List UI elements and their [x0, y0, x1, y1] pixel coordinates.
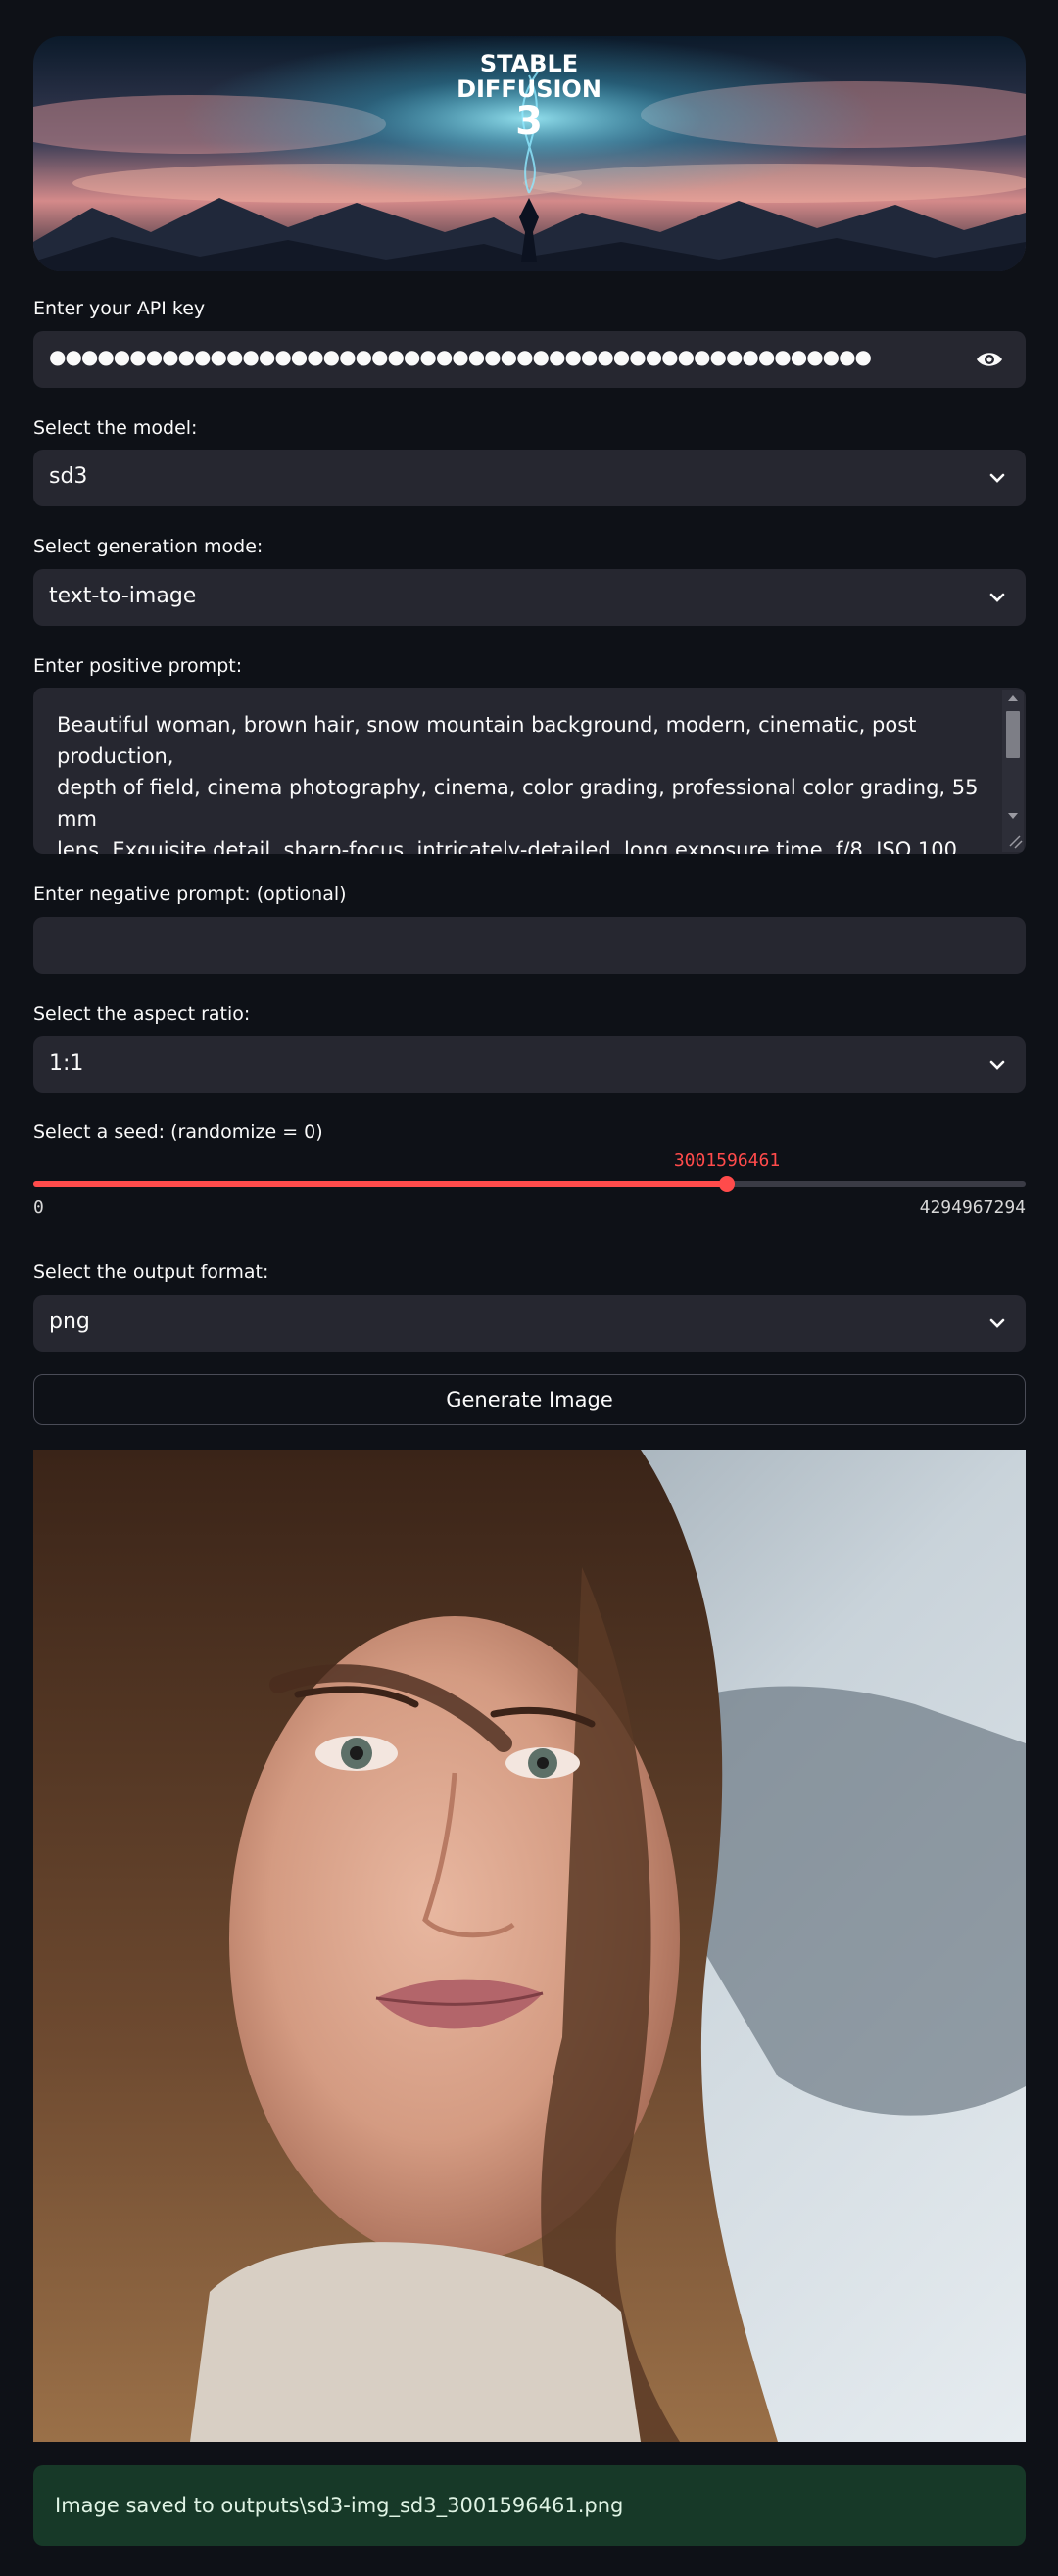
output-format-selected-value: png — [49, 1310, 90, 1334]
model-select[interactable]: sd3 — [33, 450, 1026, 506]
seed-slider[interactable]: 3001596461 0 4294967294 — [33, 1150, 1026, 1218]
generated-image — [33, 1450, 1026, 2442]
chevron-down-icon — [989, 593, 1005, 602]
api-key-masked-value: ●●●●●●●●●●●●●●●●●●●●●●●●●●●●●●●●●●●●●●●●… — [49, 345, 872, 368]
positive-prompt-label: Enter positive prompt: — [33, 655, 243, 677]
aspect-ratio-selected-value: 1:1 — [49, 1051, 84, 1075]
eye-icon[interactable] — [975, 349, 1004, 370]
aspect-ratio-select[interactable]: 1:1 — [33, 1036, 1026, 1093]
mode-label: Select generation mode: — [33, 536, 264, 557]
chevron-down-icon — [989, 473, 1005, 483]
output-format-label: Select the output format: — [33, 1262, 269, 1283]
api-key-label: Enter your API key — [33, 298, 206, 319]
scrollbar-thumb — [1006, 711, 1020, 758]
mode-selected-value: text-to-image — [49, 584, 197, 608]
slider-max-label: 4294967294 — [919, 1197, 1026, 1217]
slider-thumb[interactable] — [719, 1176, 735, 1192]
positive-prompt-text: Beautiful woman, brown hair, snow mounta… — [57, 713, 979, 854]
slider-min-label: 0 — [33, 1197, 44, 1217]
slider-fill — [33, 1181, 727, 1187]
model-selected-value: sd3 — [49, 464, 88, 489]
success-message: Image saved to outputs\sd3-img_sd3_30015… — [55, 2494, 624, 2517]
model-label: Select the model: — [33, 417, 198, 439]
chevron-down-icon — [989, 1318, 1005, 1328]
generate-image-button[interactable]: Generate Image — [33, 1374, 1026, 1425]
seed-current-value: 3001596461 — [673, 1150, 781, 1170]
logo-line-3: 3 — [515, 99, 543, 144]
banner-image: STABLE DIFFUSION 3 — [33, 36, 1026, 271]
textarea-scrollbar[interactable] — [1002, 690, 1024, 852]
success-alert: Image saved to outputs\sd3-img_sd3_30015… — [33, 2465, 1026, 2546]
generated-portrait — [33, 1450, 1026, 2442]
aspect-ratio-label: Select the aspect ratio: — [33, 1003, 251, 1025]
output-format-select[interactable]: png — [33, 1295, 1026, 1352]
positive-prompt-textarea[interactable]: Beautiful woman, brown hair, snow mounta… — [33, 688, 1026, 854]
seed-label: Select a seed: (randomize = 0) — [33, 1121, 323, 1143]
chevron-down-icon — [989, 1060, 1005, 1070]
negative-prompt-input[interactable] — [33, 917, 1026, 974]
negative-prompt-label: Enter negative prompt: (optional) — [33, 883, 347, 905]
banner-illustration: STABLE DIFFUSION 3 — [33, 36, 1026, 271]
logo-line-1: STABLE — [480, 50, 578, 77]
api-key-input[interactable]: ●●●●●●●●●●●●●●●●●●●●●●●●●●●●●●●●●●●●●●●●… — [33, 331, 1026, 388]
mode-select[interactable]: text-to-image — [33, 569, 1026, 626]
